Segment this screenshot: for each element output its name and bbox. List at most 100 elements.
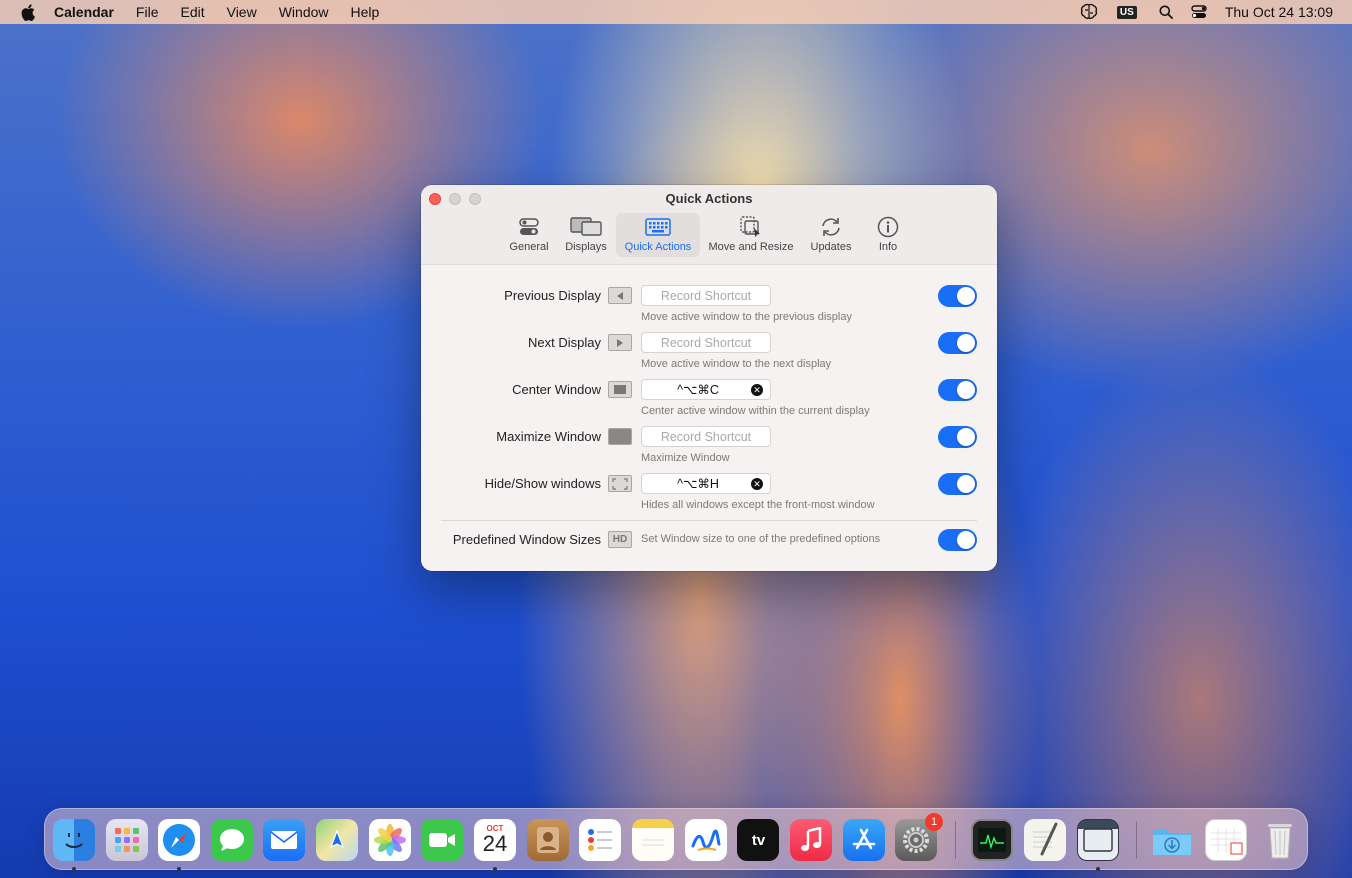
shortcut-keys: ^⌥⌘H [677,477,719,491]
window-title: Quick Actions [665,191,753,206]
toggle-hide-show-windows[interactable] [938,473,977,495]
clear-shortcut-icon[interactable]: ✕ [751,384,763,396]
toggles-icon [519,215,539,239]
notification-badge: 1 [925,813,943,831]
menubar-clock[interactable]: Thu Oct 24 13:09 [1225,4,1333,20]
menu-window[interactable]: Window [279,4,329,20]
control-center-icon[interactable] [1191,5,1207,19]
center-window-icon [608,381,632,398]
dock-app-store-icon[interactable] [843,819,885,861]
row-description: Hides all windows except the front-most … [641,499,875,511]
dock-separator [1136,821,1137,859]
shortcut-recorder[interactable]: Record Shortcut [641,332,771,353]
toggle-maximize-window[interactable] [938,426,977,448]
tab-info[interactable]: Info [868,213,908,257]
tab-quick-actions-label: Quick Actions [624,241,692,253]
row-label: Hide/Show windows [484,476,601,491]
dock-mail-icon[interactable] [263,819,305,861]
next-display-icon [608,334,632,351]
menu-bar: Calendar File Edit View Window Help US T… [0,0,1352,24]
row-description: Move active window to the next display [641,358,832,370]
toggle-predefined-window-sizes[interactable] [938,529,977,551]
running-indicator [72,867,76,871]
dock-messages-icon[interactable] [211,819,253,861]
move-resize-icon [739,215,763,239]
dock-finder-icon[interactable] [53,819,95,861]
dock-freeform-icon[interactable] [685,819,727,861]
tv-label: tv [751,831,766,849]
displays-icon [570,215,602,239]
tab-updates[interactable]: Updates [804,213,858,257]
running-indicator [177,867,181,871]
running-indicator [493,867,497,871]
tab-general-label: General [509,241,549,253]
menu-file[interactable]: File [136,4,159,20]
clear-shortcut-icon[interactable]: ✕ [751,478,763,490]
dock-music-icon[interactable] [790,819,832,861]
refresh-icon [819,215,843,239]
shortcut-placeholder: Record Shortcut [660,429,752,444]
dock-contacts-icon[interactable] [527,819,569,861]
dock-photos-icon[interactable] [369,819,411,861]
dock-notes-icon[interactable] [632,819,674,861]
toggle-previous-display[interactable] [938,285,977,307]
dock-system-settings-icon[interactable]: 1 [895,813,943,861]
tab-quick-actions[interactable]: Quick Actions [616,213,700,257]
row-label: Center Window [512,382,601,397]
dock-reminders-icon[interactable] [579,819,621,861]
menu-view[interactable]: View [227,4,257,20]
tab-move-and-resize[interactable]: Move and Resize [704,213,798,257]
toggle-center-window[interactable] [938,379,977,401]
tab-move-and-resize-label: Move and Resize [708,241,794,253]
dock-activity-monitor-icon[interactable] [971,819,1013,861]
shortcut-recorder[interactable]: ^⌥⌘H ✕ [641,473,771,494]
menu-help[interactable]: Help [351,4,380,20]
dock-launchpad-icon[interactable] [106,819,148,861]
dock-calendar-icon[interactable]: OCT 24 [474,819,516,861]
tab-displays-label: Displays [565,241,607,253]
dock-downloads-icon[interactable] [1151,819,1193,861]
shortcut-recorder[interactable]: Record Shortcut [641,285,771,306]
dock-app-window-icon[interactable] [1077,819,1119,861]
row-label: Previous Display [504,288,601,303]
dock-separator [955,821,956,859]
previous-display-icon [608,287,632,304]
brain-status-icon[interactable] [1079,3,1099,21]
dock-maps-icon[interactable] [316,819,358,861]
shortcut-placeholder: Record Shortcut [660,288,752,303]
section-divider [441,520,977,521]
dock-trash-icon[interactable] [1259,819,1301,861]
dock-safari-icon[interactable] [158,819,200,861]
quick-actions-window: Quick Actions General Displays Quick Act… [421,185,997,571]
running-indicator [1096,867,1100,871]
tab-updates-label: Updates [810,241,852,253]
dock-textedit-icon[interactable] [1024,819,1066,861]
dock-calendar-file-icon[interactable] [1205,819,1247,861]
row-description: Move active window to the previous displ… [641,311,852,323]
hide-show-icon [608,475,632,492]
menu-edit[interactable]: Edit [180,4,204,20]
row-label: Maximize Window [496,429,601,444]
search-icon[interactable] [1159,5,1173,19]
info-icon [877,215,899,239]
shortcut-placeholder: Record Shortcut [660,335,752,350]
row-label: Predefined Window Sizes [452,532,601,547]
tab-displays[interactable]: Displays [559,213,613,257]
tab-info-label: Info [878,241,898,253]
row-description: Set Window size to one of the predefined… [641,533,881,545]
menu-app-name[interactable]: Calendar [54,4,114,20]
input-source-badge[interactable]: US [1116,5,1137,19]
keyboard-icon [645,215,671,239]
toggle-next-display[interactable] [938,332,977,354]
maximize-window-icon [608,428,632,445]
dock-facetime-icon[interactable] [421,819,463,861]
shortcut-recorder[interactable]: ^⌥⌘C ✕ [641,379,771,400]
row-label: Next Display [528,335,601,350]
dock-tv-icon[interactable]: tv [737,819,779,861]
calendar-day: 24 [482,830,508,856]
window-titlebar: Quick Actions General Displays Quick Act… [421,185,997,265]
apple-menu-icon[interactable] [19,3,37,21]
shortcut-recorder[interactable]: Record Shortcut [641,426,771,447]
shortcut-keys: ^⌥⌘C [677,383,719,397]
tab-general[interactable]: General [503,213,555,257]
